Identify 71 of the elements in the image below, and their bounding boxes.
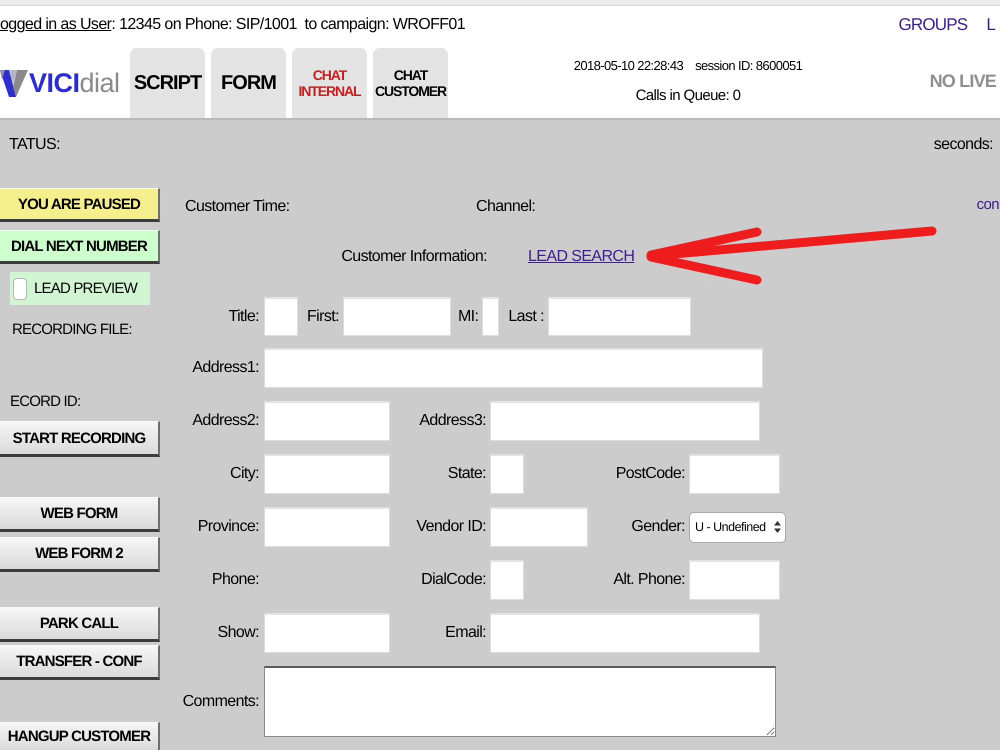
side-link[interactable]: con [976,196,999,213]
datetime-text: 2018-05-10 22:28:43 [574,58,684,72]
record-id-label: ECORD ID: [9,392,80,412]
field-label: Show: [218,624,259,642]
input-field[interactable] [264,454,390,494]
status-button[interactable]: YOU ARE PAUSED [0,188,160,222]
web-form-button[interactable]: WEB FORM [0,497,160,532]
logo-text: VICIdial [29,68,120,98]
recording-file-label: RECORDING FILE: [11,320,132,340]
field-label: Last : [508,308,544,326]
input-field[interactable] [490,613,760,653]
call-button[interactable]: PARK CALL [0,607,160,642]
session-id-text: session ID: 8600051 [695,58,802,72]
user-link[interactable]: ogged in as User [0,16,112,33]
input-field[interactable] [490,454,524,494]
field-label: Address2: [192,412,259,430]
field-label: Comments: [182,692,259,710]
tab[interactable]: SCRIPT [130,48,205,118]
updown-caret-icon [774,521,781,533]
field-label: First: [307,308,339,326]
input-field[interactable] [482,297,500,336]
input-field[interactable] [548,297,691,336]
field-label: Address3: [419,412,486,430]
checkbox-label: LEAD PREVIEW [34,278,137,298]
input-field[interactable] [689,454,780,494]
input-field[interactable] [342,297,451,336]
input-field[interactable] [264,507,390,547]
hangup-button[interactable]: HANGUP CUSTOMER [0,722,160,750]
nav-link[interactable]: GROUPS [898,15,968,35]
nav-link[interactable]: L [986,15,995,35]
customer-info-label: Customer Information: [341,248,487,266]
input-field[interactable] [264,297,298,336]
checkbox[interactable] [13,278,27,300]
call-button[interactable]: TRANSFER - CONF [0,645,160,680]
input-field[interactable] [264,348,763,388]
field-label: Phone: [212,571,259,589]
channel-label: Channel: [476,198,536,216]
field-label: MI: [458,308,478,326]
tab[interactable]: CHAT CUSTOMER [373,48,448,118]
recording-button[interactable]: START RECORDING [0,421,160,457]
field-label: DialCode: [421,571,486,589]
logo-icon [0,68,28,98]
textarea-field[interactable] [264,666,776,737]
field-label: City: [230,465,259,483]
field-label: Vendor ID: [416,518,486,536]
input-field[interactable] [490,560,524,600]
tab[interactable]: FORM [211,48,286,118]
queue-count-text: Calls in Queue: 0 [636,87,740,104]
input-field[interactable] [689,560,780,600]
field-label: Title: [228,308,259,326]
tab[interactable]: CHAT INTERNAL [292,48,367,118]
web-form-button[interactable]: WEB FORM 2 [0,537,160,572]
input-field[interactable] [264,401,390,441]
input-field[interactable] [490,401,760,441]
input-field[interactable] [490,507,588,547]
login-status-text: ogged in as User: 12345 on Phone: SIP/1001 to campaign: WROFF01 [0,16,466,34]
field-label: Alt. Phone: [613,571,685,589]
field-label: Address1: [192,359,259,377]
field-label: Gender: [631,518,685,536]
seconds-label: seconds: [934,136,993,154]
live-call-status-text: NO LIVE [930,70,997,92]
customer-time-label: Customer Time: [185,198,290,216]
field-label: State: [448,465,486,483]
input-field[interactable] [264,613,390,653]
field-label: PostCode: [616,465,685,483]
status-label: TATUS: [9,136,60,154]
field-label: Email: [445,624,486,642]
field-label: Province: [198,518,259,536]
status-button[interactable]: DIAL NEXT NUMBER [0,230,160,264]
select-field[interactable]: U - Undefined [689,512,786,542]
lead-search-link[interactable]: LEAD SEARCH [528,248,634,266]
